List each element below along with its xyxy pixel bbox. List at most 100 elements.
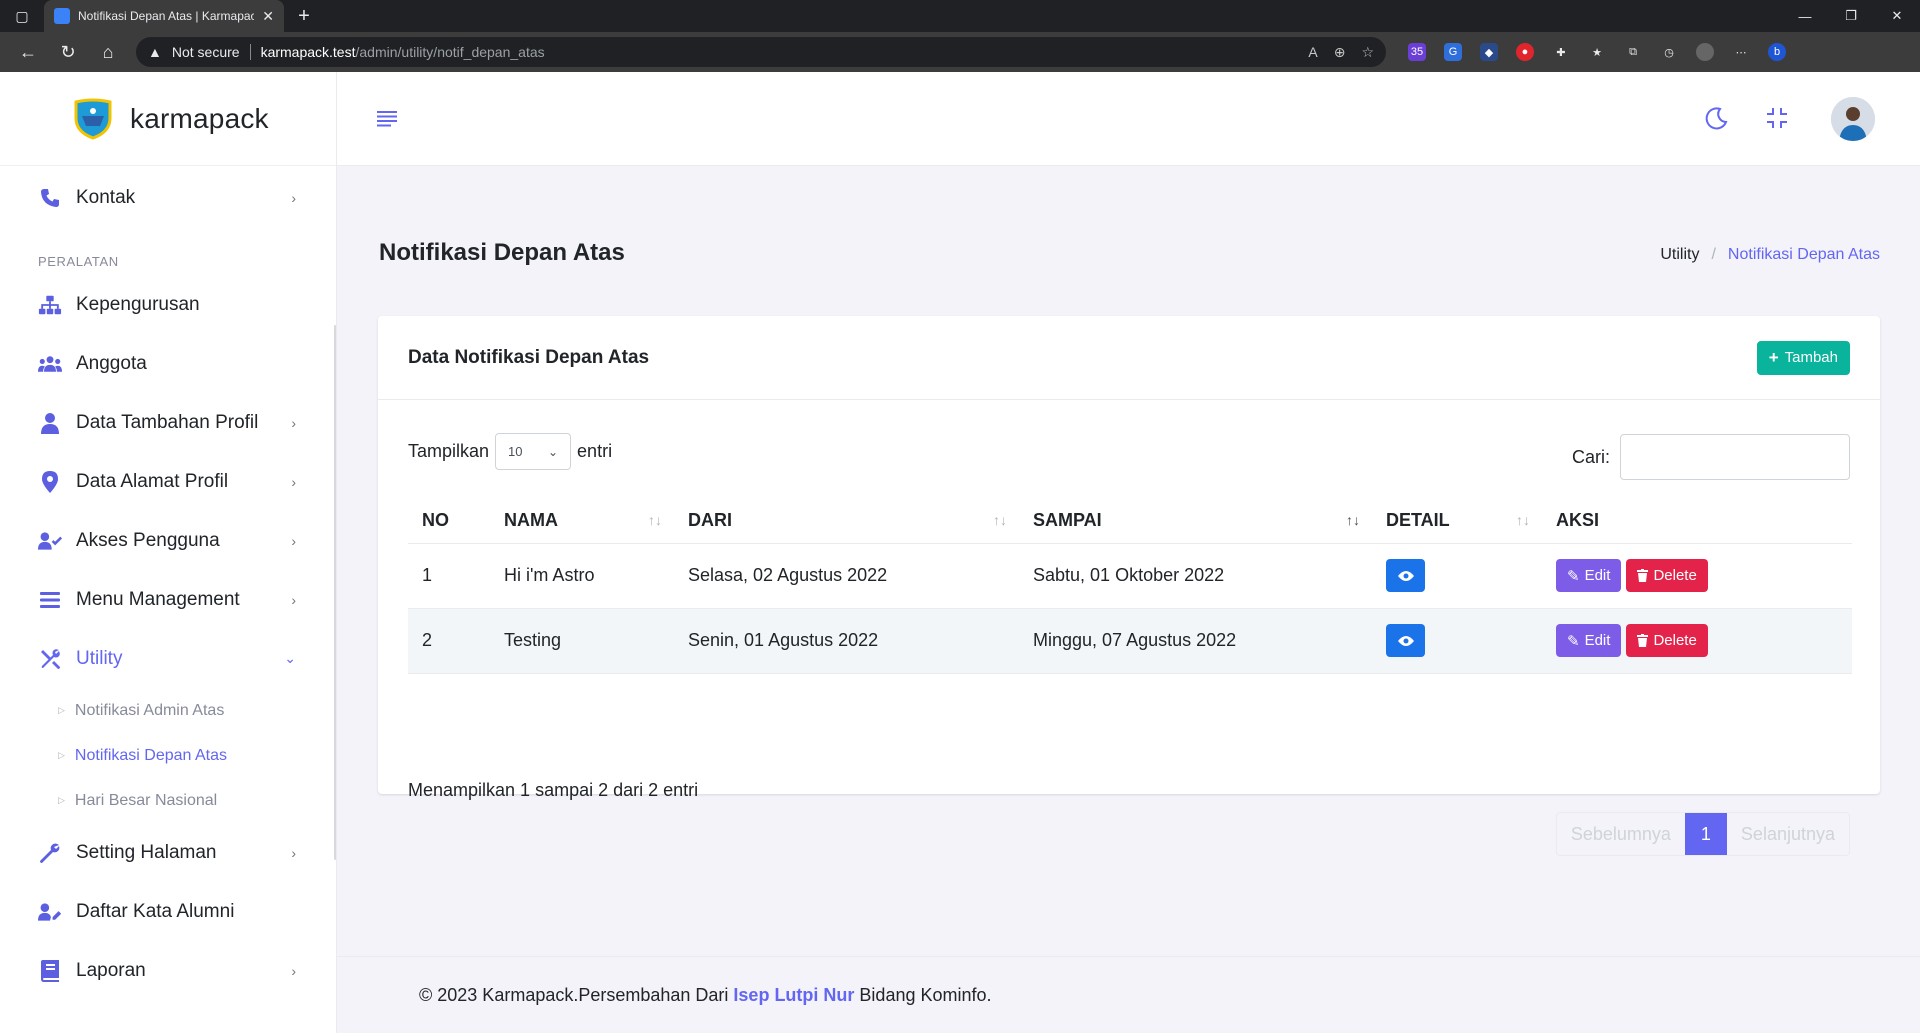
- sidebar-item-data-tambahan-profil[interactable]: Data Tambahan Profil ›: [0, 393, 336, 452]
- search-input[interactable]: [1620, 434, 1850, 480]
- sidebar-item-kontak[interactable]: Kontak ›: [0, 168, 336, 227]
- sidebar-subitem-hari-besar-nasional[interactable]: ▷ Hari Besar Nasional: [0, 778, 336, 823]
- close-window-icon[interactable]: ✕: [1874, 0, 1920, 32]
- warning-icon: ▲: [148, 44, 162, 60]
- delete-button[interactable]: Delete: [1626, 624, 1708, 657]
- book-icon: [38, 959, 62, 983]
- sidebar-item-daftar-kata-alumni[interactable]: Daftar Kata Alumni: [0, 882, 336, 941]
- column-header-sampai[interactable]: SAMPAI ↑↓: [1019, 499, 1372, 544]
- chevron-down-icon: ⌄: [547, 444, 559, 459]
- search-label: Cari:: [1571, 446, 1610, 467]
- red-extension-icon[interactable]: ●: [1516, 43, 1534, 61]
- sidebar-item-akses-pengguna[interactable]: Akses Pengguna ›: [0, 511, 336, 570]
- add-button[interactable]: + Tambah: [1756, 340, 1850, 375]
- dark-mode-moon-icon[interactable]: [1703, 104, 1731, 132]
- chevron-right-icon: ›: [291, 414, 296, 431]
- user-avatar[interactable]: [1831, 97, 1875, 141]
- column-header-aksi: AKSI: [1542, 499, 1852, 544]
- close-tab-icon[interactable]: ✕: [262, 8, 274, 25]
- column-header-label: DETAIL: [1386, 510, 1450, 531]
- home-icon[interactable]: ⌂: [88, 36, 128, 68]
- more-icon[interactable]: ⋯: [1732, 43, 1750, 61]
- pagination-previous[interactable]: Sebelumnya: [1557, 813, 1685, 855]
- url-host: karmapack.test: [260, 44, 356, 60]
- edit-button[interactable]: ✎ Edit: [1556, 624, 1622, 657]
- sidebar-item-label: Data Tambahan Profil: [76, 411, 259, 433]
- chevron-right-icon: ›: [291, 532, 296, 549]
- bing-icon[interactable]: b: [1768, 43, 1786, 61]
- column-header-dari[interactable]: DARI ↑↓: [674, 499, 1019, 544]
- tab-actions-icon[interactable]: ▢: [0, 0, 44, 32]
- table-header-row: NO NAMA ↑↓ DARI ↑↓ SAMPAI ↑↓ DETAIL ↑↓ AKSI: [408, 499, 1852, 544]
- card-title: Data Notifikasi Depan Atas: [408, 346, 650, 368]
- profile-avatar-icon[interactable]: [1696, 43, 1714, 61]
- sidebar-item-data-alamat-profil[interactable]: Data Alamat Profil ›: [0, 452, 336, 511]
- entries-per-page-select[interactable]: 10 ⌄: [495, 433, 572, 470]
- restore-icon[interactable]: ❐: [1828, 0, 1874, 32]
- new-tab-icon[interactable]: +: [284, 0, 324, 32]
- view-detail-button[interactable]: [1386, 559, 1425, 592]
- map-marker-icon: [38, 470, 62, 494]
- extensions-icon[interactable]: ✚: [1552, 43, 1570, 61]
- collections-icon[interactable]: ⧉: [1624, 43, 1642, 61]
- chevron-right-icon: ›: [291, 591, 296, 608]
- divider: [249, 44, 251, 60]
- caret-right-icon: ▷: [58, 750, 65, 760]
- chevron-right-icon: ›: [291, 844, 296, 861]
- table-row: 2 Testing Senin, 01 Agustus 2022 Minggu,…: [408, 608, 1852, 674]
- breadcrumb-item-current: Notifikasi Depan Atas: [1727, 246, 1880, 263]
- history-icon[interactable]: ◷: [1660, 43, 1678, 61]
- sidebar-item-utility[interactable]: Utility ⌄: [0, 629, 336, 688]
- cell-detail: [1372, 543, 1542, 609]
- column-header-label: AKSI: [1556, 510, 1600, 531]
- zoom-icon[interactable]: ⊕: [1334, 44, 1346, 61]
- sidebar-item-setting-halaman[interactable]: Setting Halaman ›: [0, 823, 336, 882]
- column-header-no[interactable]: NO: [408, 499, 490, 544]
- view-detail-button[interactable]: [1386, 624, 1425, 657]
- caret-right-icon: ▷: [58, 795, 65, 805]
- users-icon: [38, 352, 62, 376]
- sidebar-item-menu-management[interactable]: Menu Management ›: [0, 570, 336, 629]
- brand[interactable]: karmapack: [0, 72, 336, 166]
- favorites-icon[interactable]: ★: [1588, 43, 1606, 61]
- delete-button[interactable]: Delete: [1626, 559, 1708, 592]
- cell-aksi: ✎ Edit Delete: [1542, 608, 1852, 674]
- extension-badge-count: 35: [1410, 46, 1424, 58]
- browser-tab[interactable]: Notifikasi Depan Atas | Karmapack ✕: [44, 0, 284, 32]
- sidebar-section-title: PERALATAN: [38, 254, 119, 269]
- browser-address-bar: ← ↻ ⌂ ▲ Not secure karmapack.test/admin/…: [0, 32, 1920, 72]
- sidebar-item-kepengurusan[interactable]: Kepengurusan: [0, 275, 336, 334]
- minimize-icon[interactable]: —: [1782, 0, 1828, 32]
- extension-badge-icon[interactable]: 35: [1408, 43, 1426, 61]
- column-header-nama[interactable]: NAMA ↑↓: [490, 499, 674, 544]
- pagination-next[interactable]: Selanjutnya: [1727, 813, 1849, 855]
- edit-button-label: Edit: [1584, 567, 1611, 584]
- user-edit-icon: [38, 900, 62, 924]
- pagination-page-current[interactable]: 1: [1684, 813, 1727, 855]
- site-favicon-icon: [54, 8, 70, 24]
- sidebar-subitem-label: Notifikasi Admin Atas: [74, 701, 225, 719]
- bitwarden-extension-icon[interactable]: ◆: [1480, 43, 1498, 61]
- sitemap-icon: [38, 293, 62, 317]
- back-icon[interactable]: ←: [8, 36, 48, 68]
- breadcrumb: Utility / Notifikasi Depan Atas: [1660, 246, 1880, 264]
- favorite-add-icon[interactable]: ☆: [1361, 44, 1374, 61]
- footer-author-link[interactable]: Isep Lutpi Nur: [733, 985, 854, 1005]
- sidebar-item-anggota[interactable]: Anggota: [0, 334, 336, 393]
- read-aloud-icon[interactable]: A: [1308, 44, 1317, 61]
- sidebar-subitem-notifikasi-depan-atas[interactable]: ▷ Notifikasi Depan Atas: [0, 733, 336, 778]
- cell-dari: Selasa, 02 Agustus 2022: [674, 543, 1019, 609]
- breadcrumb-item-utility[interactable]: Utility: [1660, 246, 1699, 264]
- sidebar-subitem-notifikasi-admin-atas[interactable]: ▷ Notifikasi Admin Atas: [0, 688, 336, 733]
- column-header-detail[interactable]: DETAIL ↑↓: [1372, 499, 1542, 544]
- fullscreen-exit-icon[interactable]: [1763, 104, 1791, 132]
- sidebar-item-laporan[interactable]: Laporan ›: [0, 941, 336, 1000]
- hamburger-menu-icon[interactable]: [375, 106, 399, 130]
- edit-button[interactable]: ✎ Edit: [1556, 559, 1622, 592]
- card-header: Data Notifikasi Depan Atas + Tambah: [378, 316, 1880, 400]
- reload-icon[interactable]: ↻: [48, 36, 88, 68]
- cell-sampai: Sabtu, 01 Oktober 2022: [1019, 543, 1372, 609]
- sidebar-scrollbar[interactable]: [334, 325, 336, 860]
- url-input[interactable]: ▲ Not secure karmapack.test/admin/utilit…: [136, 37, 1386, 67]
- translate-extension-icon[interactable]: G: [1444, 43, 1462, 61]
